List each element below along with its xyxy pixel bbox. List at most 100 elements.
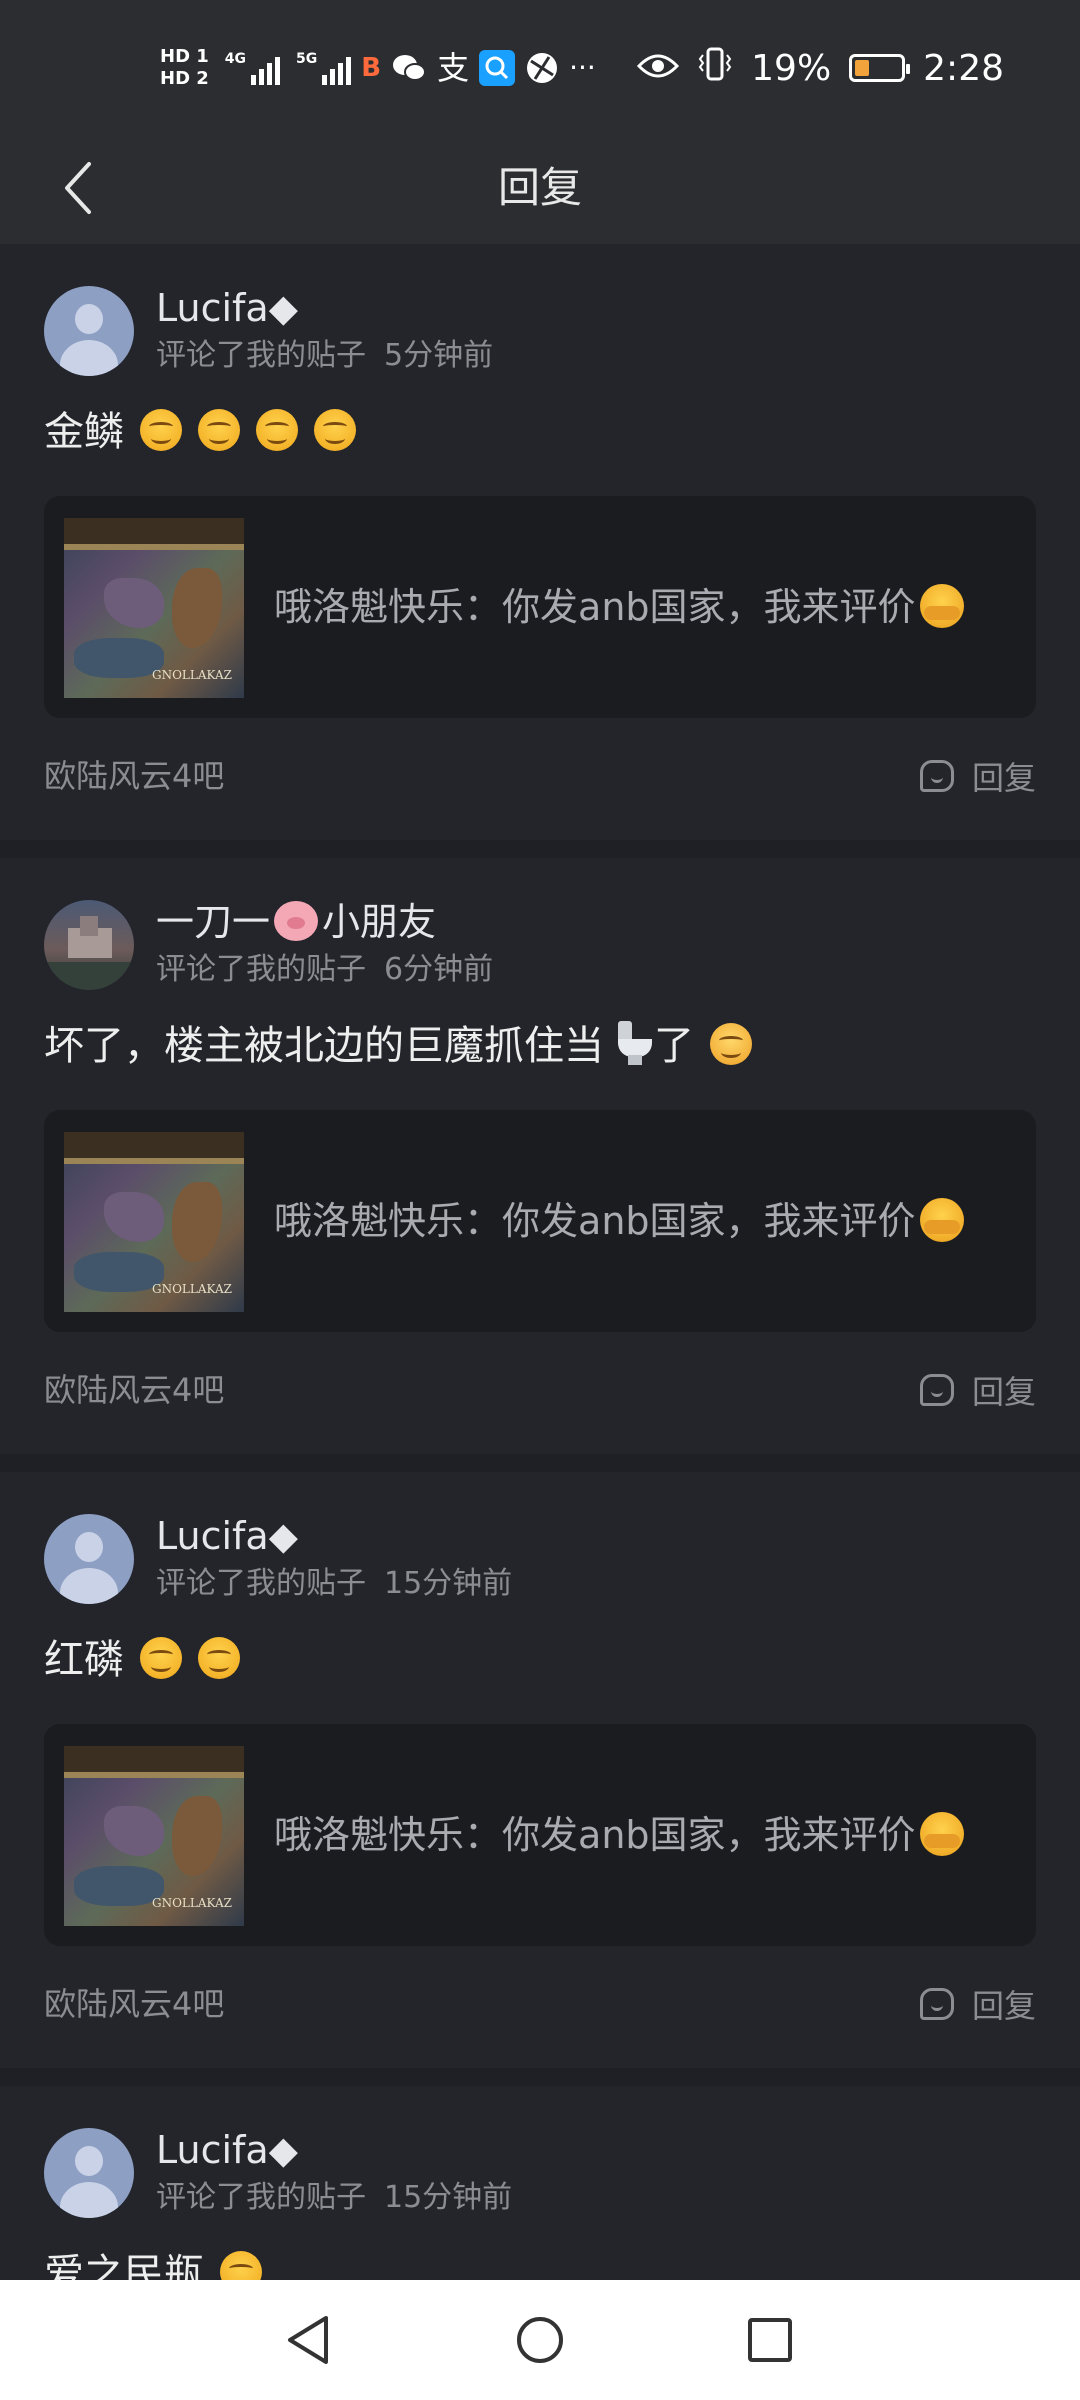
reply-meta: 评论了我的贴子 5分钟前 (156, 336, 493, 376)
smile-emoji-icon (256, 409, 298, 451)
reply-label: 回复 (971, 1987, 1036, 2025)
battery-percent: 19% (751, 47, 832, 89)
reply-meta: 评论了我的贴子 6分钟前 (156, 950, 493, 990)
page-title: 回复 (497, 163, 582, 212)
nav-back-button[interactable] (266, 2298, 350, 2382)
action-text: 评论了我的贴子 (156, 2180, 366, 2215)
timestamp: 15分钟前 (384, 2180, 513, 2215)
content-text: 了 (654, 1023, 694, 1069)
content-text: 金鳞 (44, 409, 124, 455)
quoted-text: 哦洛魁快乐：你发anb国家，我来评价 (274, 1724, 964, 1946)
reply-button[interactable]: 回复 (919, 1364, 1036, 1416)
reply-card[interactable]: 一刀一 小朋友 评论了我的贴子 6分钟前 坏了，楼主被北边的巨魔抓住当 了 GNOLL… (0, 858, 1080, 1454)
quoted-post[interactable]: GNOLLAKAZ 哦洛魁快乐：你发anb国家，我来评价 (44, 1110, 1036, 1332)
hug-emoji-icon (919, 584, 964, 628)
reply-bubble-icon (919, 760, 954, 792)
square-recents-icon (748, 2318, 792, 2362)
status-right: 19% 2:28 (637, 36, 1004, 100)
top-nav-bar: 回复 (0, 132, 1080, 244)
quote-author: 哦洛魁快乐 (274, 585, 465, 629)
username[interactable]: Lucifa◆ (156, 1512, 298, 1560)
browser-icon (525, 51, 559, 85)
more-dots-icon: ··· (569, 51, 596, 84)
reply-content: 红磷 (44, 1632, 240, 1688)
smile-emoji-icon (198, 1637, 240, 1679)
content-text: 红磷 (44, 1637, 124, 1683)
signal-2-icon: 5G (296, 51, 352, 85)
reply-bubble-icon (919, 1988, 954, 2020)
username-part: 一刀一 (156, 900, 271, 944)
nav-home-button[interactable] (498, 2298, 582, 2382)
reply-card[interactable]: Lucifa◆ 评论了我的贴子 15分钟前 红磷 GNOLLAKAZ 哦洛魁快乐：… (0, 1472, 1080, 2068)
hd1-label: HD 1 (160, 46, 209, 67)
clock: 2:28 (923, 47, 1004, 89)
quoted-text: 哦洛魁快乐：你发anb国家，我来评价 (274, 496, 964, 718)
baidu-app-icon: B (361, 53, 382, 83)
vibrate-icon (697, 47, 733, 90)
eye-icon (637, 48, 680, 89)
avatar[interactable] (44, 2128, 134, 2218)
quoted-text: 哦洛魁快乐：你发anb国家，我来评价 (274, 1110, 964, 1332)
search-app-icon (479, 50, 516, 86)
forum-name[interactable]: 欧陆风云4吧 (44, 1982, 224, 2026)
username[interactable]: Lucifa◆ (156, 2126, 298, 2174)
nav-recents-button[interactable] (728, 2298, 812, 2382)
toilet-emoji-icon (614, 1021, 654, 1065)
post-thumbnail: GNOLLAKAZ (64, 1132, 244, 1312)
reply-content: 金鳞 (44, 404, 356, 460)
reply-meta: 评论了我的贴子 15分钟前 (156, 2178, 512, 2218)
signal-1-icon: 4G (225, 51, 281, 85)
quote-body: 你发anb国家，我来评价 (502, 1813, 916, 1857)
reply-card[interactable]: Lucifa◆ 评论了我的贴子 5分钟前 金鳞 GNOLLAKAZ 哦洛魁快乐：你… (0, 244, 1080, 840)
quoted-post[interactable]: GNOLLAKAZ 哦洛魁快乐：你发anb国家，我来评价 (44, 496, 1036, 718)
status-bar: HD 1 HD 2 4G 5G B 支 ··· 19% 2:28 (0, 0, 1080, 132)
triangle-back-icon (288, 2316, 328, 2364)
timestamp: 15分钟前 (384, 1566, 513, 1601)
reply-label: 回复 (971, 759, 1036, 797)
pig-emoji-icon (274, 901, 319, 941)
smile-emoji-icon (140, 1637, 182, 1679)
smile-emoji-icon (198, 409, 240, 451)
grin-emoji-icon (710, 1023, 752, 1065)
timestamp: 6分钟前 (384, 952, 494, 987)
quote-author: 哦洛魁快乐 (274, 1199, 465, 1243)
username[interactable]: 一刀一 小朋友 (156, 898, 436, 946)
username[interactable]: Lucifa◆ (156, 284, 298, 332)
avatar[interactable] (44, 900, 134, 990)
forum-name[interactable]: 欧陆风云4吧 (44, 1368, 224, 1412)
battery-icon (849, 54, 911, 82)
reply-button[interactable]: 回复 (919, 1978, 1036, 2030)
reply-button[interactable]: 回复 (919, 750, 1036, 802)
action-text: 评论了我的贴子 (156, 952, 366, 987)
reply-content: 坏了，楼主被北边的巨魔抓住当 了 (44, 1018, 752, 1074)
post-thumbnail: GNOLLAKAZ (64, 518, 244, 698)
hug-emoji-icon (919, 1198, 964, 1242)
post-thumbnail: GNOLLAKAZ (64, 1746, 244, 1926)
avatar[interactable] (44, 286, 134, 376)
hd2-label: HD 2 (160, 68, 209, 89)
reply-card[interactable]: Lucifa◆ 评论了我的贴子 15分钟前 爱之民瓶 (0, 2086, 1080, 2286)
quoted-post[interactable]: GNOLLAKAZ 哦洛魁快乐：你发anb国家，我来评价 (44, 1724, 1036, 1946)
smile-emoji-icon (314, 409, 356, 451)
quote-author: 哦洛魁快乐 (274, 1813, 465, 1857)
action-text: 评论了我的贴子 (156, 338, 366, 373)
alipay-icon: 支 (437, 49, 470, 87)
thumbnail-label: GNOLLAKAZ (152, 1896, 233, 1910)
thumbnail-label: GNOLLAKAZ (152, 1282, 233, 1296)
circle-home-icon (517, 2317, 563, 2363)
username-part: 小朋友 (322, 900, 437, 944)
reply-label: 回复 (971, 1373, 1036, 1411)
reply-bubble-icon (919, 1374, 954, 1406)
hd-indicator: HD 1 HD 2 (160, 48, 209, 88)
thumbnail-label: GNOLLAKAZ (152, 668, 233, 682)
forum-name[interactable]: 欧陆风云4吧 (44, 754, 224, 798)
action-text: 评论了我的贴子 (156, 1566, 366, 1601)
timestamp: 5分钟前 (384, 338, 494, 373)
reply-meta: 评论了我的贴子 15分钟前 (156, 1564, 512, 1604)
avatar[interactable] (44, 1514, 134, 1604)
quote-body: 你发anb国家，我来评价 (502, 1199, 916, 1243)
smile-emoji-icon (140, 409, 182, 451)
system-nav-bar (0, 2280, 1080, 2400)
content-text: 坏了，楼主被北边的巨魔抓住当 (44, 1023, 604, 1069)
quote-body: 你发anb国家，我来评价 (502, 585, 916, 629)
